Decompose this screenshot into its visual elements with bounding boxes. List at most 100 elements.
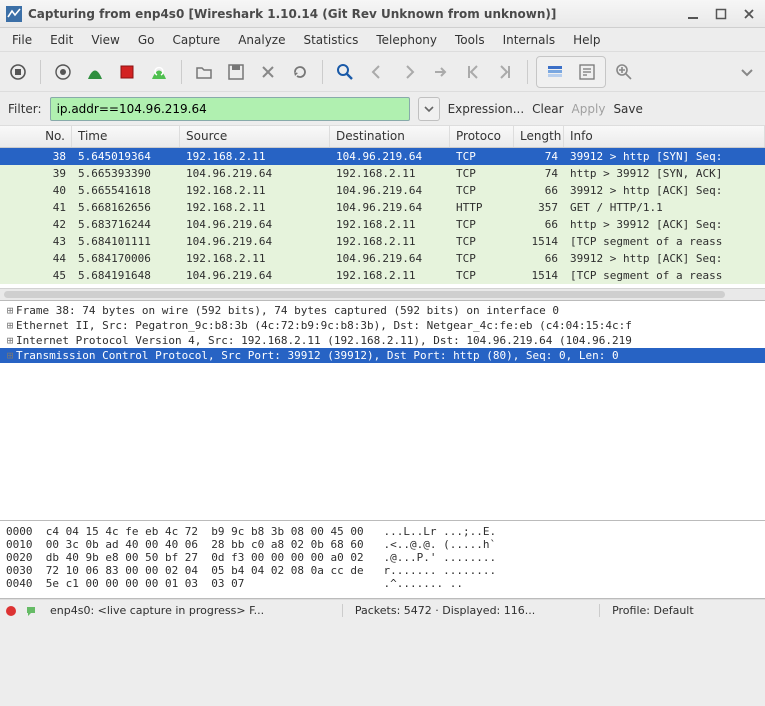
cell-len: 1514 — [514, 269, 564, 282]
go-back-icon[interactable] — [363, 58, 391, 86]
cell-time: 5.684191648 — [72, 269, 180, 282]
filter-input[interactable] — [50, 97, 410, 121]
cell-time: 5.645019364 — [72, 150, 180, 163]
cell-src: 192.168.2.11 — [180, 150, 330, 163]
packet-row[interactable]: 395.665393390104.96.219.64192.168.2.11TC… — [0, 165, 765, 182]
cell-src: 104.96.219.64 — [180, 218, 330, 231]
go-last-icon[interactable] — [491, 58, 519, 86]
cell-len: 1514 — [514, 235, 564, 248]
col-dest[interactable]: Destination — [330, 126, 450, 147]
reload-icon[interactable] — [286, 58, 314, 86]
cell-proto: TCP — [450, 184, 514, 197]
horizontal-scrollbar[interactable] — [0, 288, 765, 300]
autoscroll-icon[interactable] — [573, 58, 601, 86]
cell-src: 104.96.219.64 — [180, 269, 330, 282]
filter-save-button[interactable]: Save — [613, 102, 642, 116]
status-profile[interactable]: Profile: Default — [606, 604, 761, 617]
cell-len: 357 — [514, 201, 564, 214]
expand-icon[interactable]: ⊞ — [4, 334, 16, 347]
cell-info: [TCP segment of a reass — [564, 235, 765, 248]
col-time[interactable]: Time — [72, 126, 180, 147]
cell-src: 192.168.2.11 — [180, 201, 330, 214]
col-no[interactable]: No. — [0, 126, 72, 147]
cell-time: 5.684170006 — [72, 252, 180, 265]
go-first-icon[interactable] — [459, 58, 487, 86]
packet-row[interactable]: 445.684170006192.168.2.11104.96.219.64TC… — [0, 250, 765, 267]
cell-no: 42 — [0, 218, 72, 231]
menu-help[interactable]: Help — [565, 31, 608, 49]
menu-edit[interactable]: Edit — [42, 31, 81, 49]
capture-comment-icon[interactable] — [24, 604, 38, 618]
packet-list-body[interactable]: 385.645019364192.168.2.11104.96.219.64TC… — [0, 148, 765, 288]
menu-view[interactable]: View — [83, 31, 127, 49]
colorize-group — [536, 56, 606, 88]
expert-info-icon[interactable] — [4, 604, 18, 618]
cell-proto: TCP — [450, 235, 514, 248]
cell-proto: TCP — [450, 167, 514, 180]
packet-bytes-pane[interactable]: 0000 c4 04 15 4c fe eb 4c 72 b9 9c b8 3b… — [0, 521, 765, 599]
filter-clear-button[interactable]: Clear — [532, 102, 563, 116]
save-file-icon[interactable] — [222, 58, 250, 86]
packet-row[interactable]: 405.665541618192.168.2.11104.96.219.64TC… — [0, 182, 765, 199]
menu-analyze[interactable]: Analyze — [230, 31, 293, 49]
packet-row[interactable]: 455.684191648104.96.219.64192.168.2.11TC… — [0, 267, 765, 284]
separator — [527, 60, 528, 84]
zoom-in-icon[interactable] — [610, 58, 638, 86]
filter-dropdown-icon[interactable] — [418, 97, 440, 121]
menu-internals[interactable]: Internals — [495, 31, 564, 49]
goto-packet-icon[interactable] — [427, 58, 455, 86]
maximize-button[interactable] — [711, 4, 731, 24]
menu-go[interactable]: Go — [130, 31, 163, 49]
restart-capture-icon[interactable] — [145, 58, 173, 86]
titlebar: Capturing from enp4s0 [Wireshark 1.10.14… — [0, 0, 765, 28]
menu-capture[interactable]: Capture — [164, 31, 228, 49]
menu-statistics[interactable]: Statistics — [295, 31, 366, 49]
cell-dst: 192.168.2.11 — [330, 235, 450, 248]
packet-row[interactable]: 415.668162656192.168.2.11104.96.219.64HT… — [0, 199, 765, 216]
capture-options-icon[interactable] — [49, 58, 77, 86]
start-capture-icon[interactable] — [81, 58, 109, 86]
filter-apply-button[interactable]: Apply — [572, 102, 606, 116]
detail-line[interactable]: ⊞Ethernet II, Src: Pegatron_9c:b8:3b (4c… — [0, 318, 765, 333]
cell-proto: TCP — [450, 252, 514, 265]
detail-line[interactable]: ⊞Internet Protocol Version 4, Src: 192.1… — [0, 333, 765, 348]
packet-details-pane[interactable]: ⊞Frame 38: 74 bytes on wire (592 bits), … — [0, 301, 765, 521]
expand-icon[interactable]: ⊞ — [4, 304, 16, 317]
cell-proto: TCP — [450, 218, 514, 231]
packet-row[interactable]: 435.684101111104.96.219.64192.168.2.11TC… — [0, 233, 765, 250]
close-file-icon[interactable] — [254, 58, 282, 86]
filter-expression-button[interactable]: Expression... — [448, 102, 525, 116]
col-protocol[interactable]: Protoco — [450, 126, 514, 147]
close-button[interactable] — [739, 4, 759, 24]
go-forward-icon[interactable] — [395, 58, 423, 86]
detail-line[interactable]: ⊞Frame 38: 74 bytes on wire (592 bits), … — [0, 303, 765, 318]
cell-dst: 104.96.219.64 — [330, 150, 450, 163]
cell-no: 43 — [0, 235, 72, 248]
cell-src: 104.96.219.64 — [180, 235, 330, 248]
detail-line[interactable]: ⊞Transmission Control Protocol, Src Port… — [0, 348, 765, 363]
colorize-icon[interactable] — [541, 58, 569, 86]
minimize-button[interactable] — [683, 4, 703, 24]
find-icon[interactable] — [331, 58, 359, 86]
packet-row[interactable]: 385.645019364192.168.2.11104.96.219.64TC… — [0, 148, 765, 165]
cell-len: 66 — [514, 252, 564, 265]
cell-dst: 192.168.2.11 — [330, 167, 450, 180]
cell-len: 74 — [514, 167, 564, 180]
expand-icon[interactable]: ⊞ — [4, 319, 16, 332]
cell-info: 39912 > http [ACK] Seq: — [564, 184, 765, 197]
separator — [181, 60, 182, 84]
open-file-icon[interactable] — [190, 58, 218, 86]
overflow-icon[interactable] — [733, 58, 761, 86]
menu-telephony[interactable]: Telephony — [368, 31, 445, 49]
col-info[interactable]: Info — [564, 126, 765, 147]
stop-capture-icon[interactable] — [113, 58, 141, 86]
cell-info: http > 39912 [ACK] Seq: — [564, 218, 765, 231]
interfaces-icon[interactable] — [4, 58, 32, 86]
menu-tools[interactable]: Tools — [447, 31, 493, 49]
col-source[interactable]: Source — [180, 126, 330, 147]
app-icon — [6, 6, 22, 22]
expand-icon[interactable]: ⊞ — [4, 349, 16, 362]
packet-row[interactable]: 425.683716244104.96.219.64192.168.2.11TC… — [0, 216, 765, 233]
menu-file[interactable]: File — [4, 31, 40, 49]
col-length[interactable]: Length — [514, 126, 564, 147]
